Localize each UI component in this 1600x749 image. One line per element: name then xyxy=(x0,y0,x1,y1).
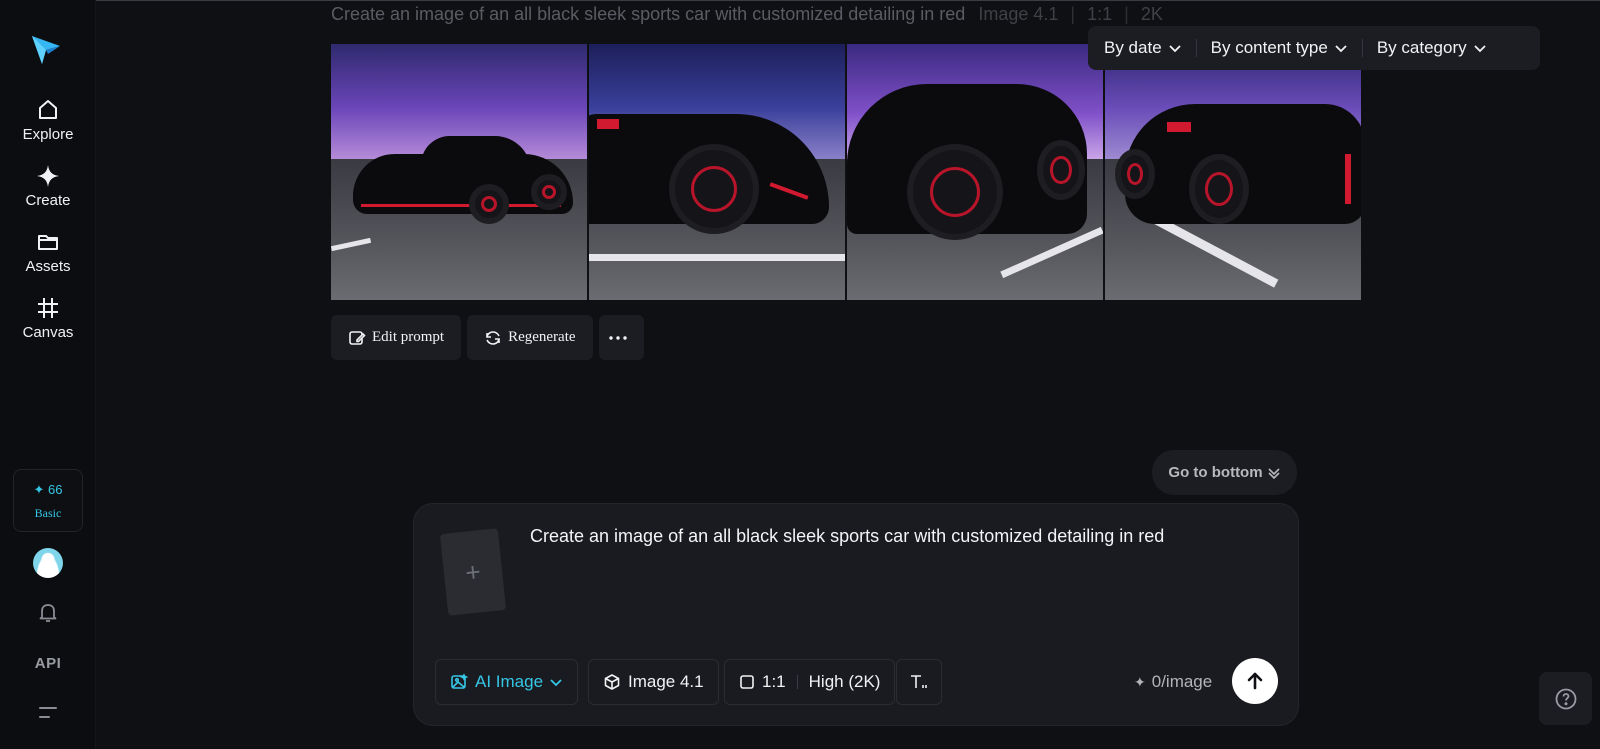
meta-separator: | xyxy=(1070,4,1076,24)
frame-icon xyxy=(38,298,58,318)
generation-prompt-text: Create an image of an all black sleek sp… xyxy=(331,4,966,24)
more-horizontal-icon xyxy=(609,335,627,340)
refresh-icon xyxy=(486,330,500,345)
ratio-quality-selector[interactable]: 1:1 High (2K) xyxy=(724,659,896,705)
chevron-down-icon xyxy=(550,679,562,687)
arrow-up-icon xyxy=(1247,672,1263,690)
meta-separator: | xyxy=(1124,4,1129,24)
generated-image-3[interactable] xyxy=(847,44,1103,300)
reference-upload-button[interactable]: + xyxy=(439,528,507,616)
ai-image-icon xyxy=(451,673,468,689)
filter-by-content-type[interactable]: By content type xyxy=(1211,26,1348,70)
quality-label: High (2K) xyxy=(808,672,881,691)
filter-label: By content type xyxy=(1210,38,1328,57)
generation-prompt-header: Create an image of an all black sleek sp… xyxy=(331,4,1163,25)
ratio-label: 1:1 xyxy=(762,672,786,691)
sidebar-item-assets[interactable]: Assets xyxy=(0,230,96,275)
sparkle-icon xyxy=(37,165,59,187)
edit-icon xyxy=(349,330,366,345)
generation-actions: Edit prompt Regenerate xyxy=(331,315,644,360)
generation-ratio: 1:1 xyxy=(1087,4,1113,24)
app-logo[interactable] xyxy=(28,32,68,72)
chevron-down-icon xyxy=(1335,45,1347,53)
sparkle-icon: ✦ xyxy=(1134,673,1146,690)
sidebar-item-create[interactable]: Create xyxy=(0,164,96,209)
generated-image-1[interactable] xyxy=(331,44,587,300)
sidebar-item-label: Canvas xyxy=(22,324,74,341)
filter-divider xyxy=(1195,39,1197,57)
go-to-bottom-button[interactable]: Go to bottom xyxy=(1152,450,1297,495)
mode-selector[interactable]: AI Image xyxy=(435,659,579,705)
cost-label: 0/image xyxy=(1151,672,1213,691)
send-button[interactable] xyxy=(1232,658,1278,704)
avatar[interactable] xyxy=(33,548,63,578)
sidebar-item-label: Create xyxy=(25,192,71,209)
generated-image-4[interactable] xyxy=(1105,44,1361,300)
cube-icon xyxy=(604,674,620,690)
sidebar-item-label: Explore xyxy=(22,126,74,143)
credits-badge[interactable]: ✦ 66 Basic xyxy=(13,469,83,532)
help-button[interactable] xyxy=(1539,672,1592,725)
edit-prompt-label: Edit prompt xyxy=(372,329,445,345)
folder-icon xyxy=(38,235,58,250)
sidebar-item-label: Assets xyxy=(25,258,71,275)
bell-icon[interactable] xyxy=(36,600,60,629)
generated-image-2[interactable] xyxy=(589,44,845,300)
regenerate-button[interactable]: Regenerate xyxy=(467,315,593,360)
sidebar-item-explore[interactable]: Explore xyxy=(0,98,96,143)
filter-by-category[interactable]: By category xyxy=(1377,26,1487,70)
text-quote-icon xyxy=(911,675,927,688)
chevron-down-icon xyxy=(1473,45,1486,53)
prompt-input[interactable] xyxy=(530,526,1250,547)
mode-label: AI Image xyxy=(475,672,544,691)
model-label: Image 4.1 xyxy=(628,672,704,691)
more-options-button[interactable] xyxy=(598,315,644,360)
edit-prompt-button[interactable]: Edit prompt xyxy=(331,315,462,360)
home-icon xyxy=(39,100,57,119)
plus-icon: + xyxy=(463,555,483,588)
double-chevron-down-icon xyxy=(1267,467,1280,479)
generation-quality: 2K xyxy=(1140,4,1163,24)
api-link[interactable]: API xyxy=(0,655,96,672)
question-icon xyxy=(1555,688,1576,709)
filter-by-date[interactable]: By date xyxy=(1104,26,1182,70)
square-ratio-icon xyxy=(740,675,754,689)
generation-model: Image 4.1 xyxy=(978,4,1059,24)
plan-tier: Basic xyxy=(34,506,62,520)
menu-icon[interactable] xyxy=(38,705,58,726)
regenerate-label: Regenerate xyxy=(508,329,576,345)
sidebar: Explore Create Assets Canvas ✦ 66 Basic … xyxy=(0,0,96,749)
text-style-button[interactable] xyxy=(896,659,942,705)
cost-indicator: ✦ 0/image xyxy=(1134,672,1212,692)
credits-count: ✦ 66 xyxy=(33,482,63,497)
filter-label: By date xyxy=(1104,38,1162,57)
model-selector[interactable]: Image 4.1 xyxy=(588,659,719,705)
filter-divider xyxy=(1361,39,1363,57)
filter-bar: By date By content type By category xyxy=(1088,26,1540,70)
sidebar-item-canvas[interactable]: Canvas xyxy=(0,296,96,341)
generated-images-row xyxy=(331,44,1361,300)
go-to-bottom-label: Go to bottom xyxy=(1168,464,1263,481)
prompt-composer: + AI Image Image 4.1 1:1 High (2K) ✦ 0/i… xyxy=(413,503,1299,726)
filter-label: By category xyxy=(1376,38,1467,57)
chevron-down-icon xyxy=(1169,45,1181,53)
divider xyxy=(796,675,798,689)
